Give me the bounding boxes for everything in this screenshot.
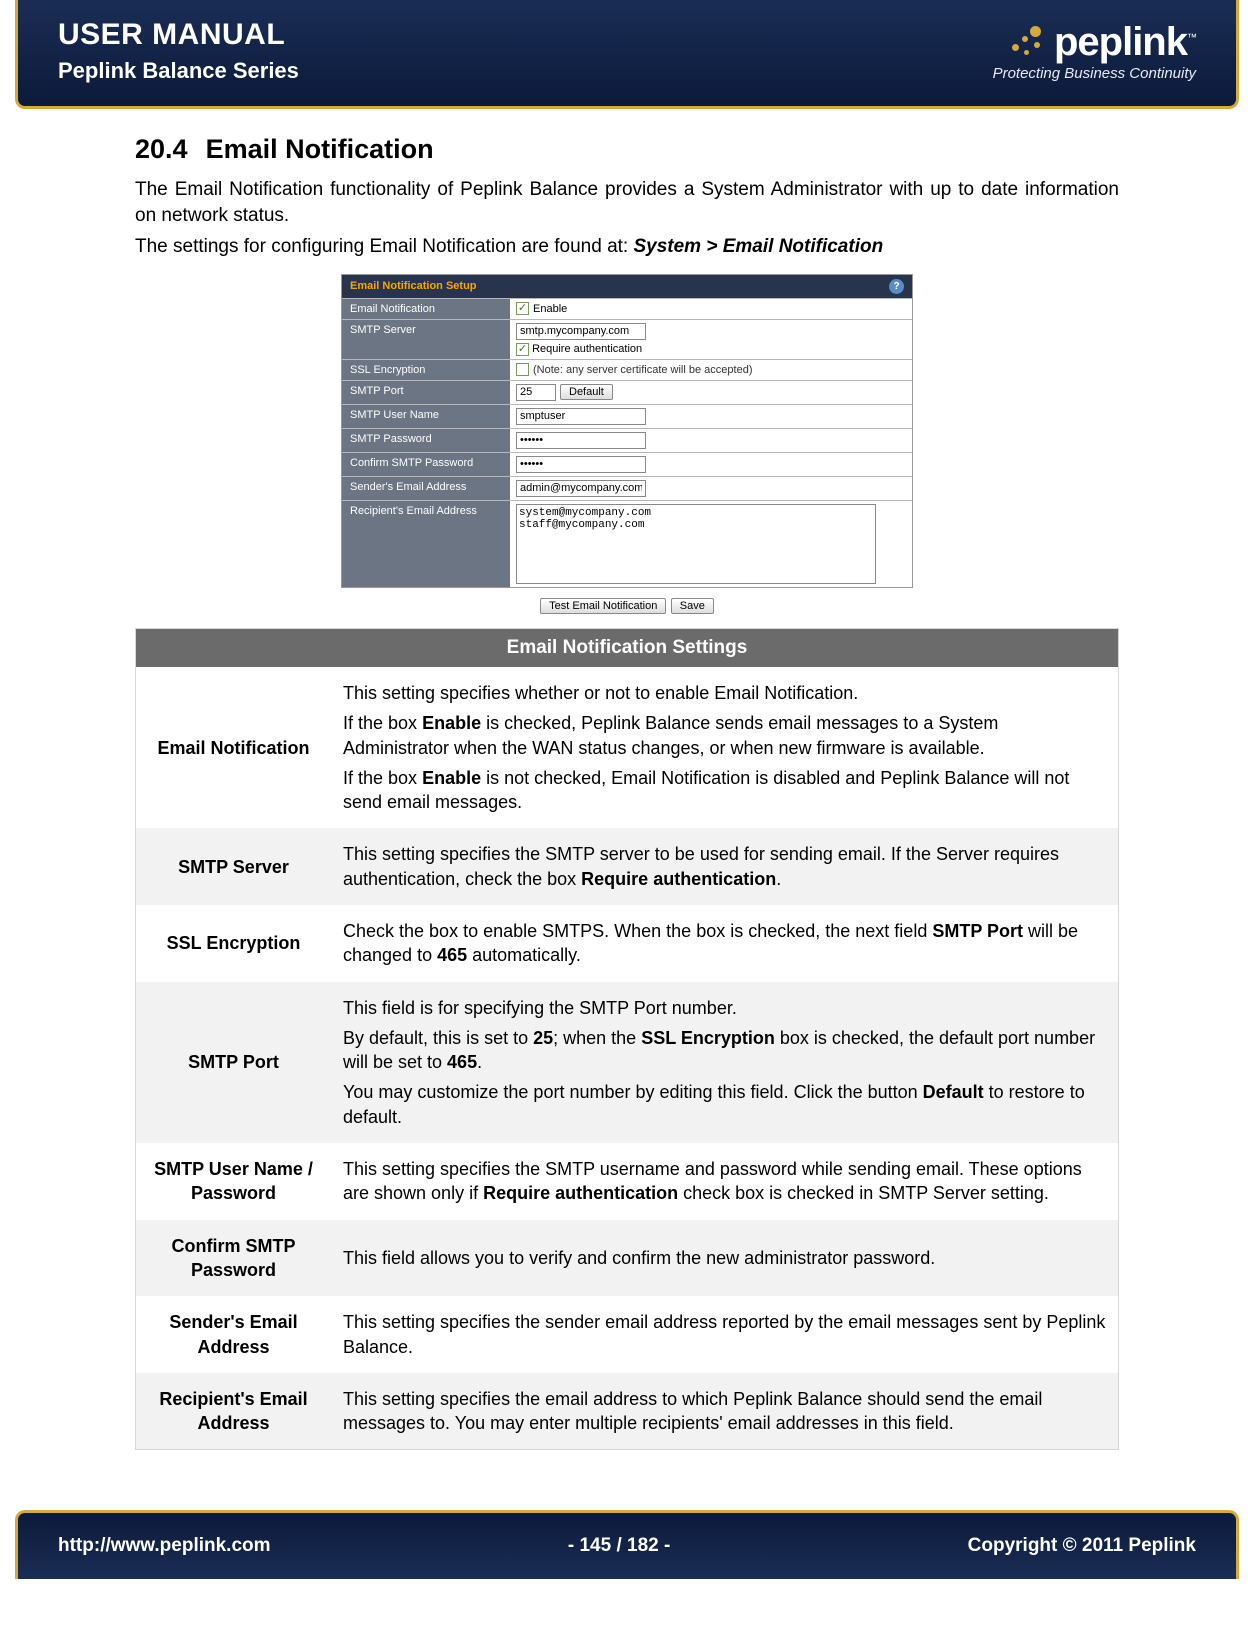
setting-name: SMTP User Name / Password [136, 1143, 331, 1220]
setting-name: SMTP Port [136, 982, 331, 1143]
brand-logo: peplink™ Protecting Business Continuity [993, 20, 1196, 82]
default-port-button[interactable]: Default [560, 384, 613, 400]
sender-email-input[interactable] [516, 480, 646, 497]
setting-description: This setting specifies the sender email … [331, 1296, 1118, 1373]
setting-name: Recipient's Email Address [136, 1373, 331, 1450]
footer-url: http://www.peplink.com [58, 1535, 271, 1557]
setting-description: This setting specifies the SMTP server t… [331, 828, 1118, 905]
enable-label: Enable [533, 303, 567, 315]
table-row: SMTP PortThis field is for specifying th… [136, 982, 1118, 1143]
row-label-port: SMTP Port [342, 381, 510, 404]
screenshot-panel-title: Email Notification Setup ? [342, 275, 912, 298]
setting-description: This setting specifies the SMTP username… [331, 1143, 1118, 1220]
logo-text: peplink™ [1054, 20, 1196, 65]
page-header: USER MANUAL Peplink Balance Series pepli… [15, 0, 1239, 109]
setting-description: This field allows you to verify and conf… [331, 1220, 1118, 1297]
table-row: Confirm SMTP PasswordThis field allows y… [136, 1220, 1118, 1297]
manual-title: USER MANUAL [58, 18, 299, 52]
row-label-sender: Sender's Email Address [342, 477, 510, 500]
row-label-ssl: SSL Encryption [342, 360, 510, 380]
intro-paragraph-2: The settings for configuring Email Notif… [135, 234, 1119, 260]
page-footer: http://www.peplink.com - 145 / 182 - Cop… [15, 1510, 1239, 1579]
setting-name: SSL Encryption [136, 905, 331, 982]
row-label-confirm: Confirm SMTP Password [342, 453, 510, 476]
table-row: SMTP User Name / PasswordThis setting sp… [136, 1143, 1118, 1220]
table-row: Recipient's Email AddressThis setting sp… [136, 1373, 1118, 1450]
smtp-port-input[interactable] [516, 384, 556, 401]
recipient-email-textarea[interactable] [516, 504, 876, 584]
footer-copyright: Copyright © 2011 Peplink [968, 1535, 1196, 1557]
setting-description: This setting specifies whether or not to… [331, 667, 1118, 828]
setting-name: SMTP Server [136, 828, 331, 905]
setting-name: Email Notification [136, 667, 331, 828]
table-row: SSL EncryptionCheck the box to enable SM… [136, 905, 1118, 982]
table-row: Email NotificationThis setting specifies… [136, 667, 1118, 828]
test-email-button[interactable]: Test Email Notification [540, 598, 666, 614]
settings-table: Email NotificationThis setting specifies… [136, 667, 1118, 1450]
smtp-pass-input[interactable] [516, 432, 646, 449]
manual-subtitle: Peplink Balance Series [58, 58, 299, 84]
setting-description: Check the box to enable SMTPS. When the … [331, 905, 1118, 982]
row-label-smtp-server: SMTP Server [342, 320, 510, 359]
ssl-checkbox[interactable] [516, 363, 529, 376]
row-label-user: SMTP User Name [342, 405, 510, 428]
row-label-recipient: Recipient's Email Address [342, 501, 510, 587]
row-label-email-notification: Email Notification [342, 299, 510, 319]
logo-dots-icon [1010, 24, 1048, 62]
table-row: Sender's Email AddressThis setting speci… [136, 1296, 1118, 1373]
setting-description: This setting specifies the email address… [331, 1373, 1118, 1450]
section-heading: 20.4Email Notification [135, 134, 1119, 165]
setting-name: Confirm SMTP Password [136, 1220, 331, 1297]
smtp-server-input[interactable] [516, 323, 646, 340]
settings-table-header: Email Notification Settings [136, 629, 1118, 667]
settings-screenshot: Email Notification Setup ? Email Notific… [341, 274, 913, 618]
ssl-note: (Note: any server certificate will be ac… [533, 364, 752, 376]
help-icon[interactable]: ? [889, 279, 904, 294]
table-row: SMTP ServerThis setting specifies the SM… [136, 828, 1118, 905]
save-button[interactable]: Save [671, 598, 714, 614]
logo-tagline: Protecting Business Continuity [993, 65, 1196, 82]
setting-description: This field is for specifying the SMTP Po… [331, 982, 1118, 1143]
smtp-user-input[interactable] [516, 408, 646, 425]
enable-checkbox[interactable]: ✓ [516, 302, 529, 315]
setting-name: Sender's Email Address [136, 1296, 331, 1373]
footer-page: - 145 / 182 - [568, 1535, 670, 1557]
require-auth-label: Require authentication [532, 343, 642, 355]
require-auth-checkbox[interactable]: ✓ [516, 343, 529, 356]
smtp-confirm-input[interactable] [516, 456, 646, 473]
intro-paragraph-1: The Email Notification functionality of … [135, 177, 1119, 228]
row-label-pass: SMTP Password [342, 429, 510, 452]
